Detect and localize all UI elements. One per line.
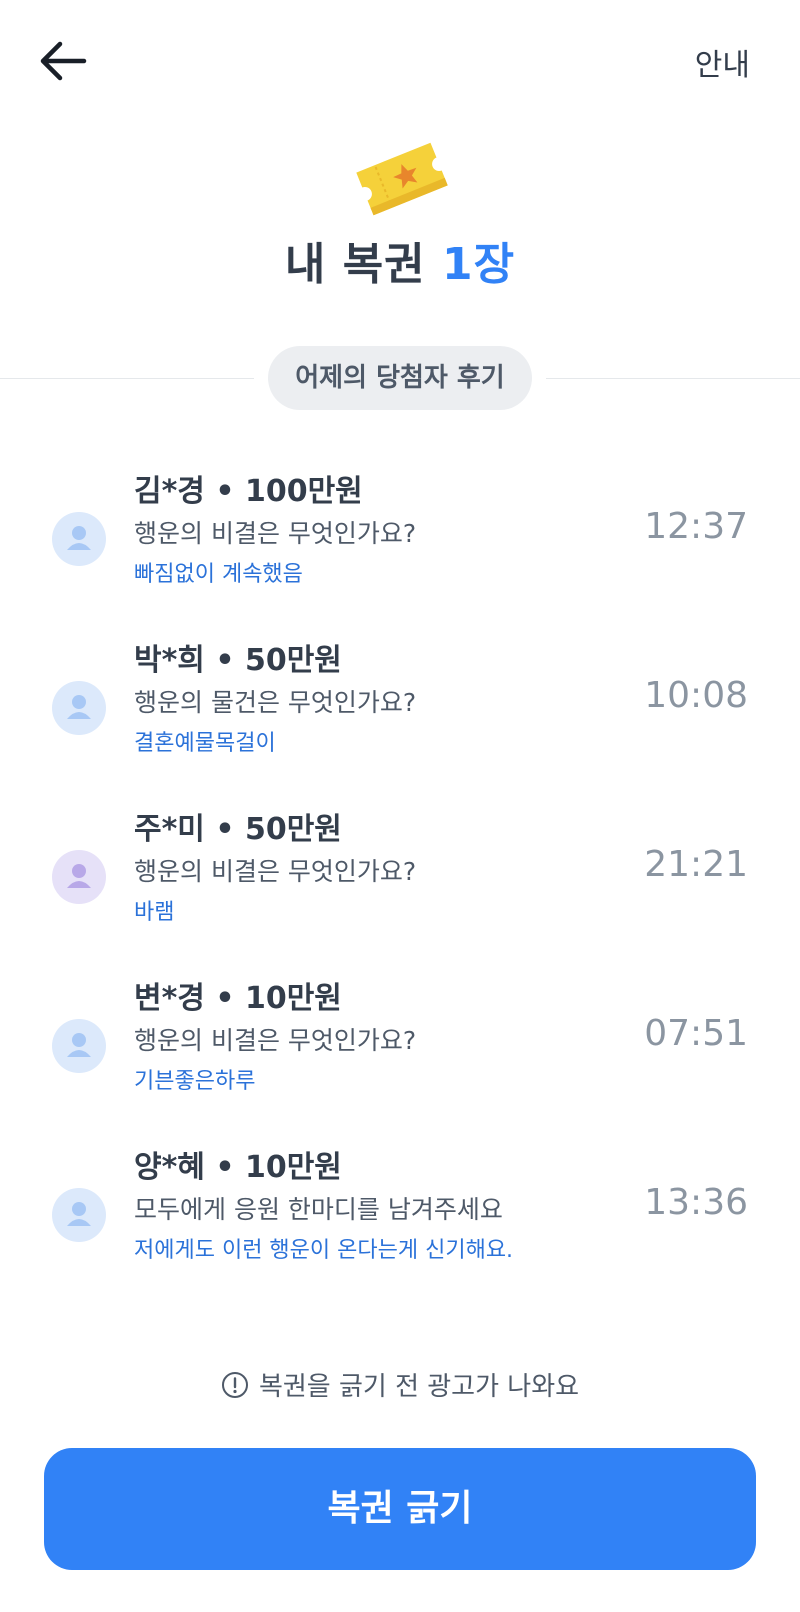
user-icon	[67, 526, 91, 550]
review-answer: 결혼예물목걸이	[134, 731, 276, 756]
review-question: 모두에게 응원 한마디를 남겨주세요	[134, 1195, 503, 1224]
avatar	[52, 1019, 106, 1073]
ad-notice: 복권을 긁기 전 광고가 나와요	[0, 1366, 800, 1403]
top-bar: 안내	[0, 0, 800, 120]
review-time: 12:37	[644, 506, 748, 547]
review-question: 행운의 비결은 무엇인가요?	[134, 857, 417, 886]
avatar	[52, 1188, 106, 1242]
review-answer: 빠짐없이 계속했음	[134, 562, 303, 587]
winner-name: 주*미 • 50만원	[134, 812, 342, 847]
avatar	[52, 512, 106, 566]
review-item: 주*미 • 50만원 행운의 비결은 무엇인가요? 바램 21:21	[0, 804, 800, 954]
back-button[interactable]	[38, 38, 88, 84]
review-item: 김*경 • 100만원 행운의 비결은 무엇인가요? 빠짐없이 계속했음 12:…	[0, 466, 800, 616]
scratch-ticket-button[interactable]: 복권 긁기	[44, 1448, 756, 1570]
ad-notice-text: 복권을 긁기 전 광고가 나와요	[258, 1372, 580, 1402]
avatar	[52, 850, 106, 904]
review-item: 박*희 • 50만원 행운의 물건은 무엇인가요? 결혼예물목걸이 10:08	[0, 635, 800, 785]
review-answer: 기븐좋은하루	[134, 1069, 256, 1094]
review-answer: 저에게도 이런 행운이 온다는게 신기해요.	[134, 1238, 514, 1263]
user-icon	[67, 864, 91, 888]
user-icon	[67, 695, 91, 719]
lottery-ticket-icon	[352, 134, 452, 224]
info-link[interactable]: 안내	[695, 40, 750, 84]
review-item: 양*혜 • 10만원 모두에게 응원 한마디를 남겨주세요 저에게도 이런 행운…	[0, 1142, 800, 1292]
ticket-count: 1장	[441, 239, 516, 290]
arrow-left-icon	[40, 41, 87, 81]
review-question: 행운의 비결은 무엇인가요?	[134, 519, 417, 548]
user-icon	[67, 1202, 91, 1226]
winner-name: 박*희 • 50만원	[134, 643, 342, 678]
review-time: 13:36	[644, 1182, 748, 1223]
winner-name: 김*경 • 100만원	[134, 474, 363, 509]
review-time: 21:21	[644, 844, 748, 885]
user-icon	[67, 1033, 91, 1057]
review-item: 변*경 • 10만원 행운의 비결은 무엇인가요? 기븐좋은하루 07:51	[0, 973, 800, 1123]
review-answer: 바램	[134, 900, 175, 925]
review-time: 10:08	[644, 675, 748, 716]
review-question: 행운의 물건은 무엇인가요?	[134, 688, 417, 717]
review-time: 07:51	[644, 1013, 748, 1054]
section-title-pill: 어제의 당첨자 후기	[268, 346, 532, 410]
info-circle-icon	[221, 1372, 248, 1398]
review-question: 행운의 비결은 무엇인가요?	[134, 1026, 417, 1055]
title-prefix: 내 복권	[284, 239, 426, 290]
winner-name: 양*혜 • 10만원	[134, 1150, 342, 1185]
page-title: 내 복권 1장	[0, 228, 800, 292]
section-header: 어제의 당첨자 후기	[0, 346, 800, 412]
winner-name: 변*경 • 10만원	[134, 981, 342, 1016]
avatar	[52, 681, 106, 735]
